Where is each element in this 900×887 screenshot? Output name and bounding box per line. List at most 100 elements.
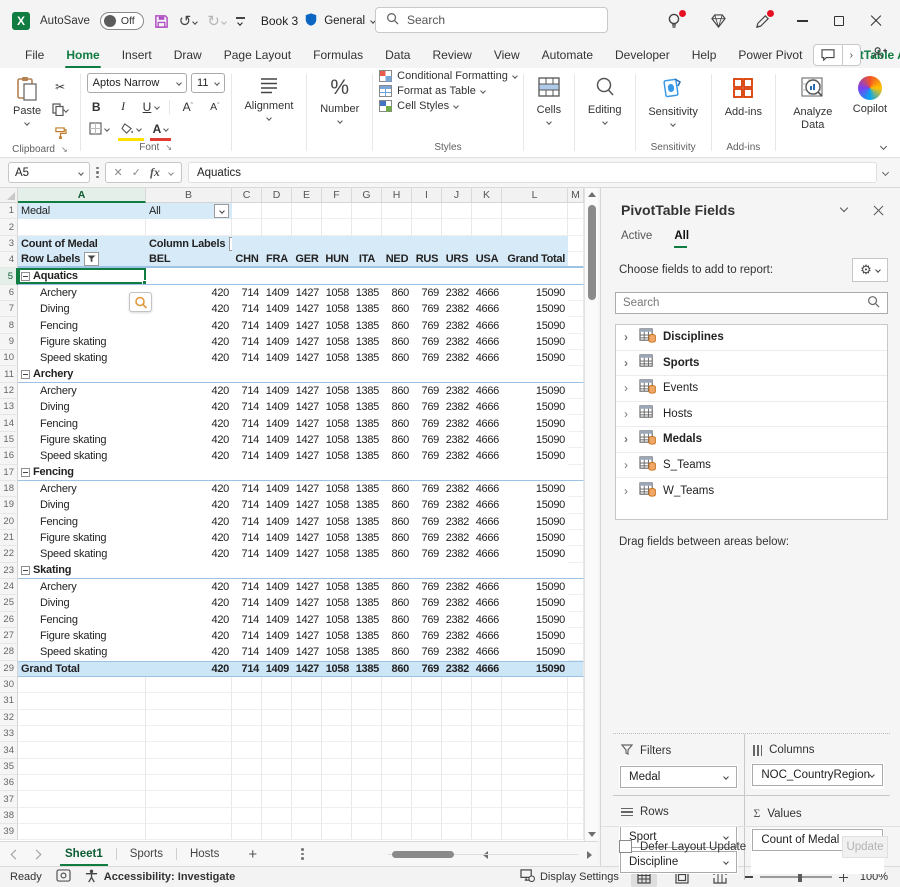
row-header-37[interactable]: 37 <box>0 791 18 807</box>
column-header-A[interactable]: A <box>18 188 146 203</box>
pane-tab-all[interactable]: All <box>674 230 689 248</box>
field-search-input[interactable]: Search <box>615 292 888 314</box>
pane-tools-button[interactable]: ⚙ <box>852 258 888 282</box>
update-button[interactable]: Update <box>842 836 888 858</box>
row-header-16[interactable]: 16 <box>0 448 18 464</box>
analyze-data-button[interactable]: Analyze Data <box>782 73 844 157</box>
copy-icon[interactable] <box>50 100 70 119</box>
columns-area[interactable]: Columns NOC_CountryRegion <box>745 734 890 796</box>
font-color-button[interactable]: A <box>151 119 171 138</box>
insert-function-icon[interactable]: fx <box>150 165 160 180</box>
close-button[interactable] <box>870 15 882 27</box>
share-people-icon[interactable] <box>871 46 888 65</box>
row-header-4[interactable]: 4 <box>0 252 18 268</box>
expand-chevron-icon[interactable]: › <box>624 356 632 370</box>
expand-chevron-icon[interactable]: › <box>624 458 632 472</box>
field-item-s_teams[interactable]: ›S_Teams <box>616 453 887 479</box>
column-header-L[interactable]: L <box>502 188 568 203</box>
field-item-w_teams[interactable]: ›W_Teams <box>616 478 887 504</box>
row-header-7[interactable]: 7 <box>0 301 18 317</box>
column-header-I[interactable]: I <box>412 188 442 203</box>
row-header-36[interactable]: 36 <box>0 775 18 791</box>
column-header-G[interactable]: G <box>352 188 382 203</box>
field-chip-medal[interactable]: Medal <box>620 766 737 788</box>
expand-chevron-icon[interactable]: › <box>624 432 632 446</box>
sheet-tab-hosts[interactable]: Hosts <box>177 842 232 867</box>
sensitivity-level-label[interactable]: General <box>324 15 365 27</box>
font-name-select[interactable]: Aptos Narrow <box>87 73 187 93</box>
row-header-30[interactable]: 30 <box>0 677 18 693</box>
row-header-34[interactable]: 34 <box>0 742 18 758</box>
sensitivity-button[interactable]: Sensitivity <box>641 73 705 129</box>
row-header-17[interactable]: 17 <box>0 465 18 481</box>
paste-button[interactable]: Paste <box>6 73 48 142</box>
vertical-scrollbar[interactable] <box>584 188 598 841</box>
row-header-13[interactable]: 13 <box>0 399 18 415</box>
macro-record-icon[interactable] <box>56 869 71 885</box>
comments-button[interactable]: › <box>813 44 861 66</box>
customize-qat-icon[interactable] <box>236 17 245 25</box>
column-header-C[interactable]: C <box>232 188 262 203</box>
collapse-group-icon[interactable] <box>21 272 30 281</box>
field-item-hosts[interactable]: ›Hosts <box>616 402 887 428</box>
sheet-tab-sheet1[interactable]: Sheet1 <box>52 842 116 867</box>
select-all-corner[interactable] <box>0 188 18 203</box>
row-header-18[interactable]: 18 <box>0 481 18 497</box>
column-header-B[interactable]: B <box>146 188 232 203</box>
column-header-H[interactable]: H <box>382 188 412 203</box>
accessibility-status[interactable]: Accessibility: Investigate <box>104 871 235 883</box>
column-header-E[interactable]: E <box>292 188 322 203</box>
confirm-entry-icon[interactable]: ✓ <box>132 166 141 179</box>
filter-value-dropdown-button[interactable] <box>214 204 229 218</box>
italic-button[interactable]: I <box>114 97 133 116</box>
redo-icon[interactable]: ↻ <box>207 14 226 29</box>
tab-home[interactable]: Home <box>55 42 110 68</box>
field-chip-noc_countryregion[interactable]: NOC_CountryRegion <box>752 764 883 786</box>
tab-help[interactable]: Help <box>681 42 728 68</box>
row-header-8[interactable]: 8 <box>0 317 18 333</box>
tab-view[interactable]: View <box>483 42 531 68</box>
row-header-21[interactable]: 21 <box>0 530 18 546</box>
row-header-25[interactable]: 25 <box>0 595 18 611</box>
scroll-down-icon[interactable] <box>588 832 596 837</box>
row-header-39[interactable]: 39 <box>0 824 18 840</box>
row-header-2[interactable]: 2 <box>0 219 18 235</box>
row-header-6[interactable]: 6 <box>0 285 18 301</box>
collapse-group-icon[interactable] <box>21 468 30 477</box>
undo-icon[interactable]: ↺ <box>179 14 198 29</box>
row-header-31[interactable]: 31 <box>0 693 18 709</box>
row-header-14[interactable]: 14 <box>0 415 18 431</box>
fill-color-button[interactable] <box>119 119 143 138</box>
smart-lookup-icon[interactable] <box>129 292 152 312</box>
add-sheet-button[interactable]: + <box>232 846 273 863</box>
formula-input[interactable]: Aquatics <box>188 162 877 183</box>
save-icon[interactable] <box>154 14 169 29</box>
format-painter-icon[interactable] <box>50 123 70 142</box>
row-header-26[interactable]: 26 <box>0 612 18 628</box>
sheet-options-icon[interactable] <box>301 848 304 860</box>
row-header-24[interactable]: 24 <box>0 579 18 595</box>
filters-area[interactable]: Filters Medal <box>613 734 745 796</box>
row-header-10[interactable]: 10 <box>0 350 18 366</box>
pane-options-chevron-icon[interactable] <box>840 203 848 211</box>
row-header-15[interactable]: 15 <box>0 432 18 448</box>
field-item-events[interactable]: ›Events <box>616 376 887 402</box>
row-header-33[interactable]: 33 <box>0 726 18 742</box>
row-header-1[interactable]: 1 <box>0 203 18 219</box>
tab-formulas[interactable]: Formulas <box>302 42 374 68</box>
tab-power-pivot[interactable]: Power Pivot <box>727 42 813 68</box>
comments-expand-button[interactable]: › <box>842 45 860 65</box>
cut-icon[interactable]: ✂ <box>50 77 70 96</box>
row-header-38[interactable]: 38 <box>0 808 18 824</box>
expand-chevron-icon[interactable]: › <box>624 407 632 421</box>
name-box[interactable]: A5 <box>8 162 90 183</box>
font-dialog-launcher[interactable]: ↘ <box>165 143 172 152</box>
tab-developer[interactable]: Developer <box>604 42 681 68</box>
addins-button[interactable]: Add-ins <box>718 73 769 122</box>
sheet-tab-sports[interactable]: Sports <box>117 842 176 867</box>
next-sheet-icon[interactable] <box>32 849 42 859</box>
column-header-J[interactable]: J <box>442 188 472 203</box>
row-header-9[interactable]: 9 <box>0 334 18 350</box>
font-size-select[interactable]: 11 <box>191 73 225 93</box>
row-header-27[interactable]: 27 <box>0 628 18 644</box>
